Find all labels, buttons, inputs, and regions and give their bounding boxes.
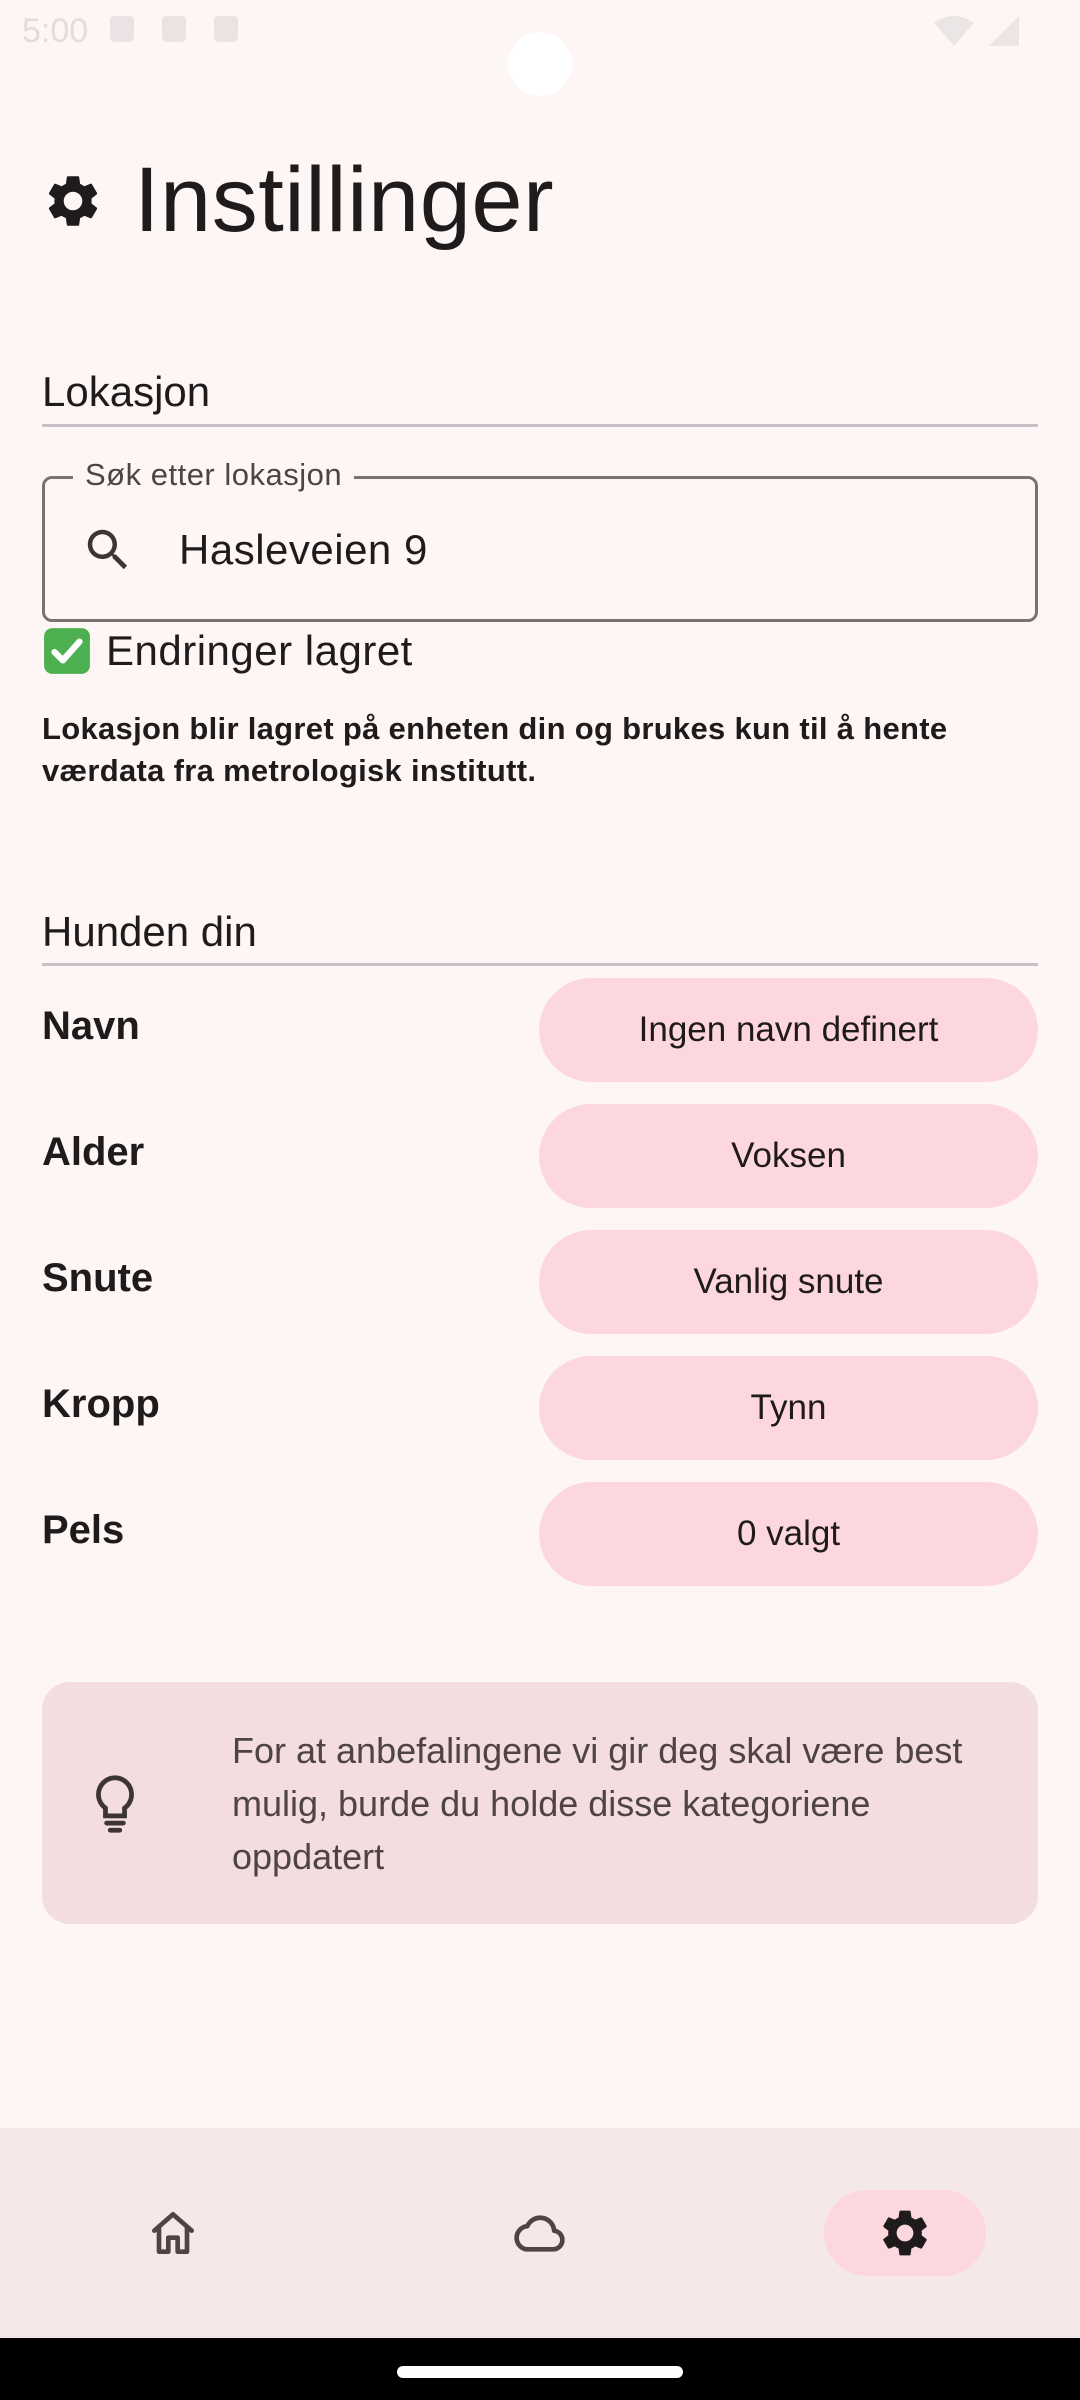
status-bar: 5:00 — [0, 0, 1080, 96]
home-icon — [152, 2212, 195, 2254]
page-header: Instillinger — [42, 148, 554, 253]
section-title-location: Lokasjon — [42, 368, 211, 415]
signal-icon — [989, 16, 1019, 46]
settings-screen: 5:00 Instillinger Lokasjon Søk etter lok… — [0, 0, 1080, 2400]
gesture-navigation-area — [0, 2338, 1080, 2400]
nav-home[interactable] — [92, 2190, 254, 2276]
dog-row-label: Kropp — [42, 1382, 160, 1426]
dog-name-button[interactable]: Ingen navn definert — [539, 978, 1038, 1082]
dog-row-fur: Pels 0 valgt — [42, 1482, 1038, 1586]
gear-icon — [883, 2210, 927, 2256]
system-icons — [934, 16, 1020, 46]
camera-cutout — [508, 32, 572, 96]
saved-status-text: Endringer lagret — [106, 627, 413, 674]
tip-text: For at anbefalingene vi gir deg skal vær… — [232, 1730, 963, 1877]
dog-row-name: Navn Ingen navn definert — [42, 978, 1038, 1082]
nav-weather[interactable] — [458, 2190, 620, 2276]
page-title: Instillinger — [134, 149, 555, 251]
location-info-text: Lokasjon blir lagret på enheten din og b… — [42, 711, 948, 788]
dog-age-button[interactable]: Voksen — [539, 1104, 1038, 1208]
dog-row-snout: Snute Vanlig snute — [42, 1230, 1038, 1334]
tip-card: For at anbefalingene vi gir deg skal vær… — [42, 1682, 1038, 1924]
status-time: 5:00 — [22, 12, 89, 50]
dog-fur-button[interactable]: 0 valgt — [539, 1482, 1038, 1586]
gear-icon — [48, 175, 98, 226]
notification-icon — [162, 16, 186, 42]
wifi-icon — [934, 16, 974, 46]
location-search-field[interactable]: Søk etter lokasjon — [42, 457, 1038, 622]
search-input[interactable] — [179, 519, 979, 581]
dog-row-label: Alder — [42, 1130, 145, 1174]
dog-row-label: Navn — [42, 1004, 140, 1048]
nav-settings[interactable] — [824, 2190, 986, 2276]
section-title-dog: Hunden din — [42, 908, 257, 955]
search-icon — [87, 529, 128, 570]
cloud-icon — [514, 2215, 565, 2252]
shield-icon — [110, 16, 134, 42]
dog-body-button[interactable]: Tynn — [539, 1356, 1038, 1460]
section-divider — [42, 424, 1038, 427]
dog-row-body: Kropp Tynn — [42, 1356, 1038, 1460]
search-field-label: Søk etter lokasjon — [73, 457, 355, 493]
clipboard-icon — [214, 16, 238, 42]
dog-snout-button[interactable]: Vanlig snute — [539, 1230, 1038, 1334]
section-divider — [42, 963, 1038, 966]
notification-icons — [110, 16, 238, 42]
check-mark-icon — [44, 628, 90, 674]
dog-row-label: Snute — [42, 1256, 154, 1300]
dog-row-age: Alder Voksen — [42, 1104, 1038, 1208]
saved-status: Endringer lagret — [42, 626, 413, 676]
home-gesture-handle[interactable] — [397, 2366, 683, 2378]
dog-row-label: Pels — [42, 1508, 125, 1552]
bottom-navigation — [0, 2128, 1080, 2338]
lightbulb-icon — [96, 1775, 134, 1833]
